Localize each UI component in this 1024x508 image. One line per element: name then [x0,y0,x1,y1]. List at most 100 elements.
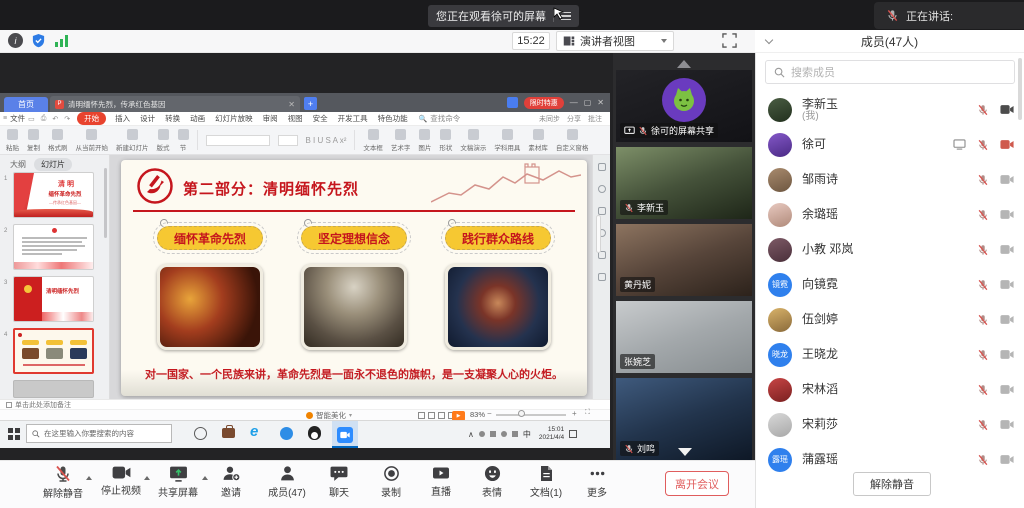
toolbar-more[interactable]: 更多 [569,465,625,499]
tray-icon[interactable] [479,431,485,437]
ime-indicator[interactable]: 中 [523,429,531,440]
find-command[interactable]: 查找命令 [430,113,460,124]
wps-menu-item[interactable]: 视图 [288,113,303,124]
print-icon[interactable]: ⎙ [41,115,47,123]
tray-icon[interactable] [490,431,496,437]
zoom-in-button[interactable]: + [572,409,577,418]
member-row[interactable]: 伍剑婷 [755,302,1024,337]
file-menu[interactable]: 文件 [10,113,25,124]
ribbon-tool[interactable]: 复制 [27,129,40,152]
camera-icon[interactable] [1000,349,1014,360]
ribbon-tool[interactable]: 素材库 [528,129,548,152]
member-row[interactable]: 余璐瑶 [755,197,1024,232]
ribbon-tool[interactable]: 版式 [157,129,170,152]
member-row[interactable]: 宋莉莎 [755,407,1024,442]
member-row[interactable]: 李新玉 (我) [755,92,1024,127]
video-tile[interactable]: 李新玉 [616,147,752,219]
mic-muted-icon[interactable] [977,419,989,431]
ribbon-tool[interactable]: 文稿演示 [460,129,486,152]
wps-menu-item[interactable]: 动画 [190,113,205,124]
format-buttons[interactable]: B I U S A x² [306,136,347,145]
wps-menu-item[interactable]: 开发工具 [338,113,368,124]
toolbar-chat[interactable]: 聊天 [311,465,367,499]
wps-document-tab[interactable]: P 清明缅怀先烈，传承红色基因 ✕ [50,96,300,112]
toolbar-members[interactable]: 成员(47) [259,465,315,499]
side-tool-icon[interactable] [598,273,606,281]
cortana-icon[interactable] [194,427,207,440]
scroll-videos-up-arrow[interactable] [677,60,691,68]
tab-outline[interactable]: 大纲 [10,159,26,170]
app-icon[interactable] [280,427,293,440]
ribbon-tool[interactable]: 新建幻灯片 [116,129,149,152]
save-icon[interactable]: ▭ [28,115,35,123]
mic-muted-icon[interactable] [977,454,989,466]
zoom-slider[interactable] [496,414,566,416]
mic-muted-icon[interactable] [977,314,989,326]
windows-start-button[interactable] [8,428,20,440]
member-search-input[interactable]: 搜索成员 [765,60,1015,84]
close-tab-icon[interactable]: ✕ [288,100,295,109]
camera-icon[interactable] [1000,279,1014,290]
unmute-button[interactable]: 解除静音 [853,472,931,496]
ribbon-tool[interactable]: 粘贴 [6,129,19,152]
mic-muted-icon[interactable] [977,104,989,116]
meeting-info-icon[interactable]: i [8,33,23,48]
wps-menu-item[interactable]: 开始 [77,112,106,125]
mic-muted-icon[interactable] [977,174,989,186]
wps-menu-item[interactable]: 设计 [140,113,155,124]
fit-slide-icon[interactable]: ⛶ [585,409,590,417]
side-tool-icon[interactable] [598,185,606,193]
video-tile[interactable]: 张婉芝 [616,301,752,373]
wps-menu-item[interactable]: 特色功能 [378,113,408,124]
camera-icon[interactable] [1000,174,1014,185]
mic-muted-icon[interactable] [977,209,989,221]
camera-icon[interactable] [1000,104,1014,115]
video-tile[interactable]: 黄丹妮 [616,224,752,296]
maximize-icon[interactable]: ▢ [584,98,592,107]
side-tool-icon[interactable] [598,207,606,215]
font-size-select[interactable] [278,135,298,146]
store-icon[interactable] [222,428,235,438]
view-mode-button[interactable]: 演讲者视图 [556,31,674,51]
undo-icon[interactable]: ↶ [52,115,58,123]
redo-icon[interactable]: ↷ [64,115,70,123]
wps-home-tab[interactable]: 首页 [4,97,48,112]
member-row[interactable]: 徐可 [755,127,1024,162]
member-list-scrollbar[interactable] [1018,58,1022,120]
scroll-videos-down-arrow[interactable] [678,448,692,456]
close-icon[interactable]: ✕ [597,98,604,107]
wps-status-action[interactable]: 分享 [567,114,581,124]
mic-muted-icon[interactable] [977,384,989,396]
wps-menu-item[interactable]: 插入 [115,113,130,124]
toolbar-record[interactable]: 录制 [363,465,419,499]
thumbnail-scrollbar[interactable] [104,168,107,238]
font-family-select[interactable] [206,135,270,146]
member-row[interactable]: 晓龙 王晓龙 [755,337,1024,372]
tab-slides[interactable]: 幻灯片 [34,158,72,171]
toolbar-invite[interactable]: 邀请 [203,465,259,499]
camera-icon[interactable] [1000,419,1014,430]
video-tile-screen-share[interactable]: 徐可的屏幕共享 [616,70,752,142]
mic-muted-icon[interactable] [977,244,989,256]
camera-icon[interactable] [1000,244,1014,255]
notification-center-icon[interactable] [569,430,577,438]
mic-muted-icon[interactable] [977,349,989,361]
ribbon-tool[interactable]: 图片 [418,129,431,152]
taskbar-clock[interactable]: 15:01 2021/4/4 [539,426,564,442]
notes-bar[interactable]: 单击此处添加备注 [0,399,610,409]
wps-menu-item[interactable]: 安全 [313,113,328,124]
tray-icon[interactable] [512,431,518,437]
camera-icon[interactable] [1000,314,1014,325]
ribbon-tool[interactable]: 形状 [439,129,452,152]
edge-browser-icon[interactable]: e [250,423,258,440]
ribbon-tool[interactable]: 学科用具 [494,129,520,152]
camera-icon[interactable] [1000,384,1014,395]
member-row[interactable]: 邹雨诗 [755,162,1024,197]
qq-icon[interactable] [308,426,321,440]
slide-scrollbar[interactable] [596,215,601,253]
fullscreen-icon[interactable] [722,33,737,48]
zoom-out-button[interactable]: − [487,409,492,418]
security-shield-icon[interactable] [31,33,46,48]
slide-thumbnail-5[interactable] [13,380,94,398]
wps-menu-item[interactable]: 审阅 [263,113,278,124]
